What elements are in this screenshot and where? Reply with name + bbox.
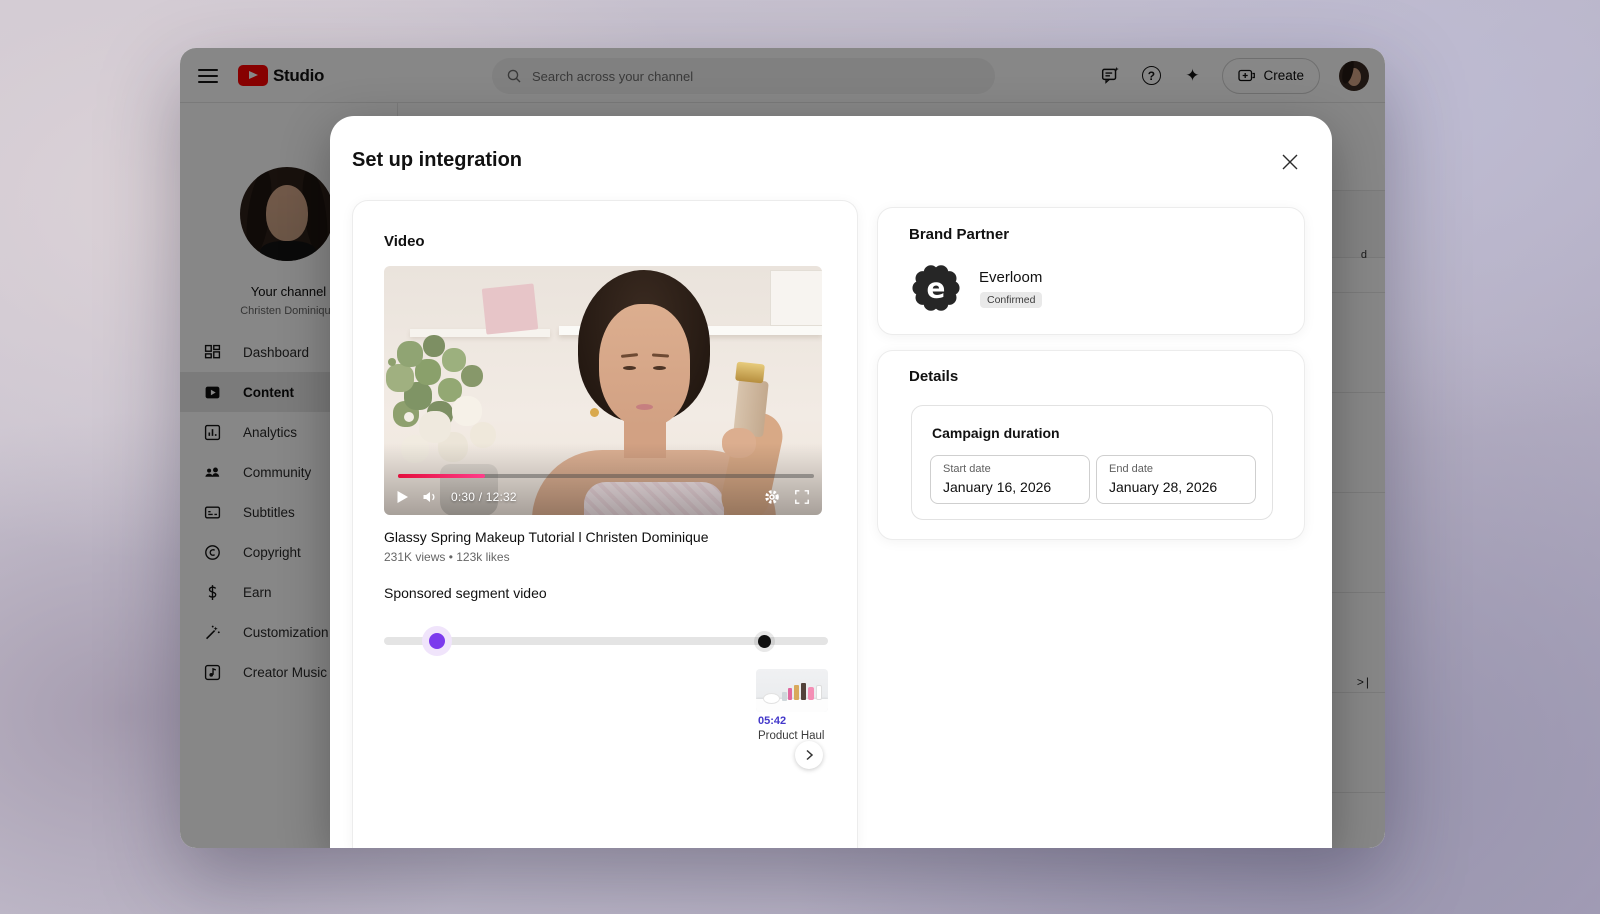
segment-slider[interactable]: [384, 629, 828, 653]
brand-name: Everloom: [979, 269, 1042, 286]
close-button[interactable]: [1278, 150, 1302, 174]
campaign-duration-card: Campaign duration Start date January 16,…: [911, 405, 1273, 520]
fullscreen-icon[interactable]: [794, 489, 810, 505]
start-date-label: Start date: [943, 463, 991, 475]
video-player[interactable]: 0:30 / 12:32: [384, 266, 822, 515]
brand-partner-card: Brand Partner e Everloom Confirmed: [877, 207, 1305, 335]
volume-icon[interactable]: [422, 490, 438, 504]
end-date-label: End date: [1109, 463, 1153, 475]
desktop-background: Studio ? ✦ Create: [0, 0, 1600, 914]
start-date-field[interactable]: Start date January 16, 2026: [930, 455, 1090, 504]
segment-thumbnail[interactable]: [756, 669, 828, 712]
confirmed-badge: Confirmed: [980, 292, 1042, 308]
brand-partner-heading: Brand Partner: [909, 226, 1009, 243]
modal-title: Set up integration: [352, 149, 522, 172]
sponsored-segment-label: Sponsored segment video: [384, 585, 547, 601]
details-card: Details Campaign duration Start date Jan…: [877, 350, 1305, 540]
details-heading: Details: [909, 368, 958, 385]
close-icon: [1281, 153, 1299, 171]
setup-integration-modal: Set up integration Video: [330, 116, 1332, 848]
time-display: 0:30 / 12:32: [451, 490, 517, 504]
segment-title: Product Haul: [758, 730, 824, 742]
next-segment-button[interactable]: [795, 741, 823, 769]
slider-handle-current[interactable]: [429, 633, 445, 649]
video-card: Video: [352, 200, 858, 848]
video-heading: Video: [384, 233, 425, 250]
end-date-value: January 28, 2026: [1109, 479, 1217, 495]
slider-marker-segment[interactable]: [758, 635, 771, 648]
play-button[interactable]: [396, 490, 409, 504]
video-progress-fill: [398, 474, 485, 478]
chevron-right-icon: [802, 748, 816, 762]
app-window: Studio ? ✦ Create: [180, 48, 1385, 848]
video-title: Glassy Spring Makeup Tutorial l Christen…: [384, 529, 708, 545]
start-date-value: January 16, 2026: [943, 479, 1051, 495]
video-progress-bar[interactable]: [398, 474, 814, 478]
end-date-field[interactable]: End date January 28, 2026: [1096, 455, 1256, 504]
everloom-logo: e: [911, 263, 961, 313]
svg-text:e: e: [927, 272, 946, 305]
campaign-duration-heading: Campaign duration: [932, 425, 1060, 441]
segment-timestamp: 05:42: [758, 715, 786, 727]
settings-icon[interactable]: [763, 488, 781, 506]
video-stats: 231K views • 123k likes: [384, 550, 510, 564]
